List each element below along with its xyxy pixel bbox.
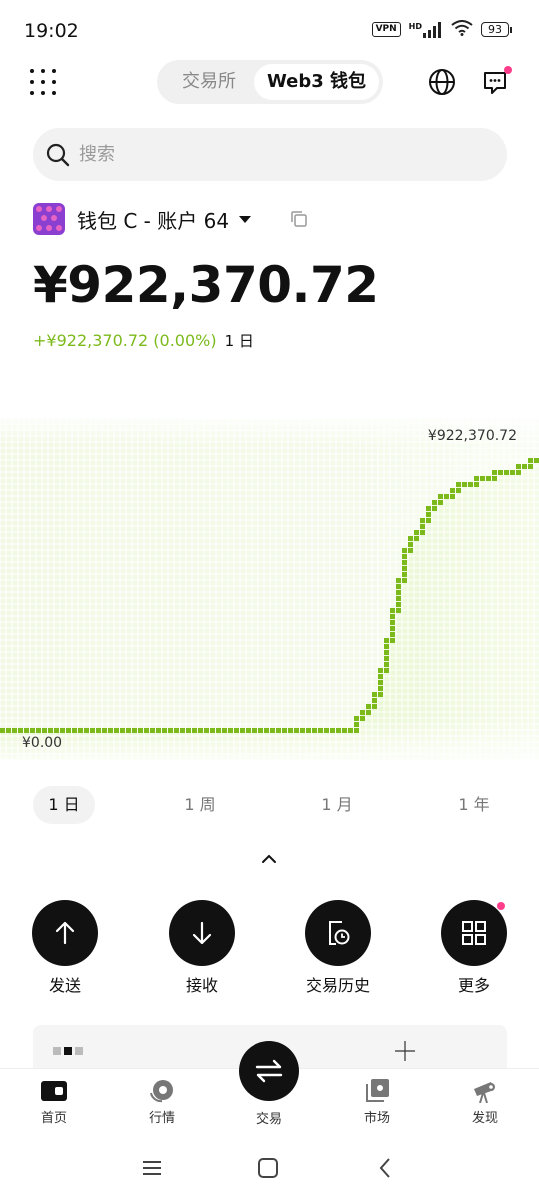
battery-icon: 93 bbox=[481, 22, 512, 37]
status-icons: VPN HD 93 bbox=[371, 20, 512, 39]
tab-web3-wallet[interactable]: Web3 钱包 bbox=[254, 64, 379, 100]
wallet-name: 钱包 C - 账户 64 bbox=[77, 208, 230, 233]
apps-grid-icon[interactable] bbox=[30, 69, 56, 95]
search-input[interactable] bbox=[79, 128, 479, 181]
balance-change-row: +¥922,370.72 (0.00%) 1 日 bbox=[33, 330, 254, 351]
balance-chart[interactable] bbox=[0, 410, 539, 770]
wallet-avatar bbox=[33, 203, 65, 235]
notification-dot bbox=[504, 66, 512, 74]
message-icon[interactable] bbox=[482, 66, 512, 96]
status-bar: 19:02 VPN HD 93 bbox=[0, 0, 539, 62]
signal-icon: HD bbox=[409, 21, 443, 38]
top-bar: 交易所 Web3 钱包 bbox=[0, 58, 539, 106]
globe-icon[interactable] bbox=[428, 68, 456, 96]
balance-change: +¥922,370.72 (0.00%) bbox=[33, 331, 217, 350]
copy-icon[interactable] bbox=[291, 211, 307, 227]
search-icon bbox=[45, 142, 71, 168]
caret-down-icon bbox=[239, 215, 252, 223]
wifi-icon bbox=[451, 20, 473, 39]
tab-exchange[interactable]: 交易所 bbox=[163, 64, 255, 100]
search-bar[interactable] bbox=[33, 128, 507, 181]
change-period: 1 日 bbox=[224, 332, 254, 350]
vpn-icon: VPN bbox=[371, 22, 401, 37]
total-balance: ¥922,370.72 bbox=[33, 256, 379, 314]
status-time: 19:02 bbox=[24, 20, 79, 42]
mode-switcher: 交易所 Web3 钱包 bbox=[157, 60, 383, 104]
wallet-selector[interactable]: 钱包 C - 账户 64 bbox=[33, 202, 252, 236]
